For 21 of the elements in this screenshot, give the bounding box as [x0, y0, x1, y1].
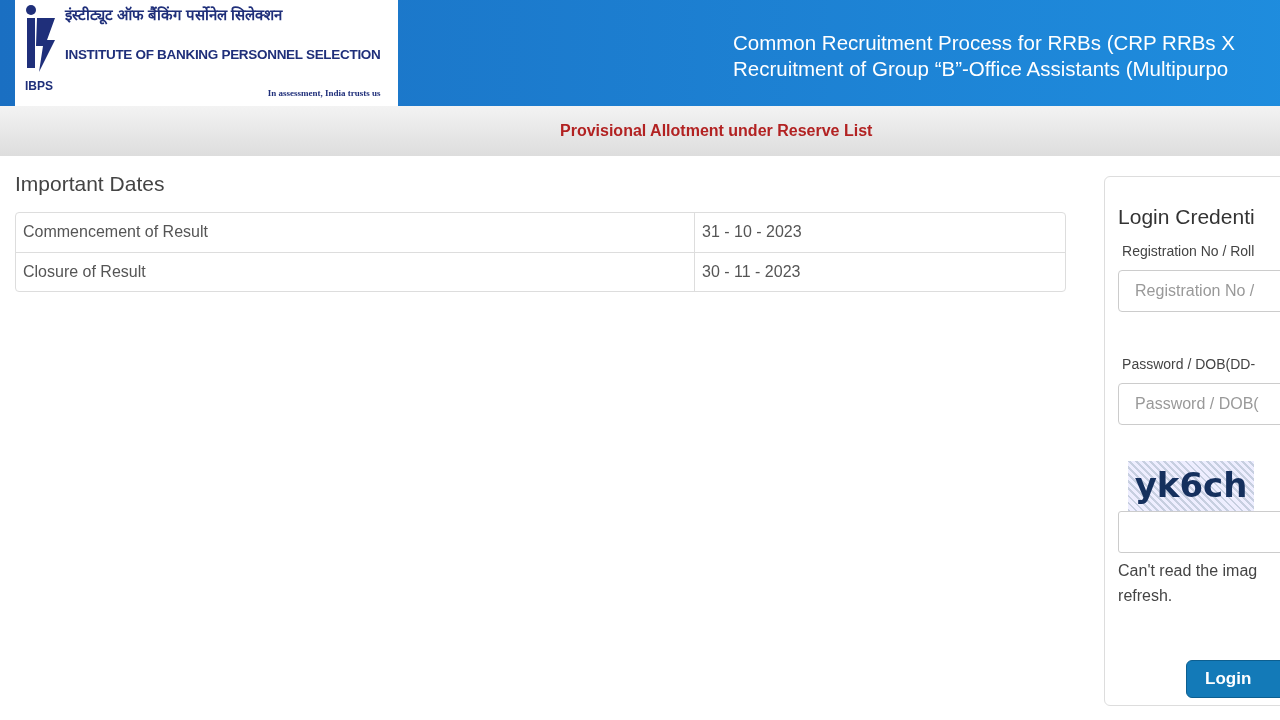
captcha-image: yk6ch	[1128, 460, 1255, 511]
field-label: Password / DOB(DD-	[1122, 354, 1257, 374]
captcha-input[interactable]	[1118, 510, 1280, 553]
text-input[interactable]: Password / DOB(	[1118, 382, 1280, 425]
title-line: Recruitment of Group “B”-Office Assistants (Multipurpo	[733, 56, 1230, 82]
date-value: 30 - 11 - 2023	[701, 261, 801, 282]
captcha-help-text: Can't read the imag refresh.	[1118, 560, 1259, 606]
section-heading: Important Dates	[15, 171, 166, 197]
institute-name: INSTITUTE OF BANKING PERSONNEL SELECTION	[65, 46, 381, 65]
hindi-institute-name: इंस्टीट्यूट ऑफ बैंकिंग पर्सोनेल सिलेक्शन	[65, 6, 284, 24]
title-line: Common Recruitment Process for RRBs (CRP RRBs X	[733, 30, 1235, 56]
date-value: 31 - 10 - 2023	[701, 222, 802, 242]
text-input[interactable]: Registration No /	[1118, 269, 1280, 312]
date-label: Commencement of Result	[23, 222, 208, 242]
motto: In assessment, India trusts us	[267, 86, 381, 100]
notice-text: Provisional Allotment under Reserve List	[560, 121, 873, 141]
field-label: Registration No / Roll	[1122, 241, 1256, 261]
login-button[interactable]: Login	[1186, 659, 1280, 698]
logo-abbreviation: IBPS	[25, 80, 53, 92]
card-heading: Login Credenti	[1118, 204, 1256, 230]
date-label: Closure of Result	[23, 261, 146, 282]
